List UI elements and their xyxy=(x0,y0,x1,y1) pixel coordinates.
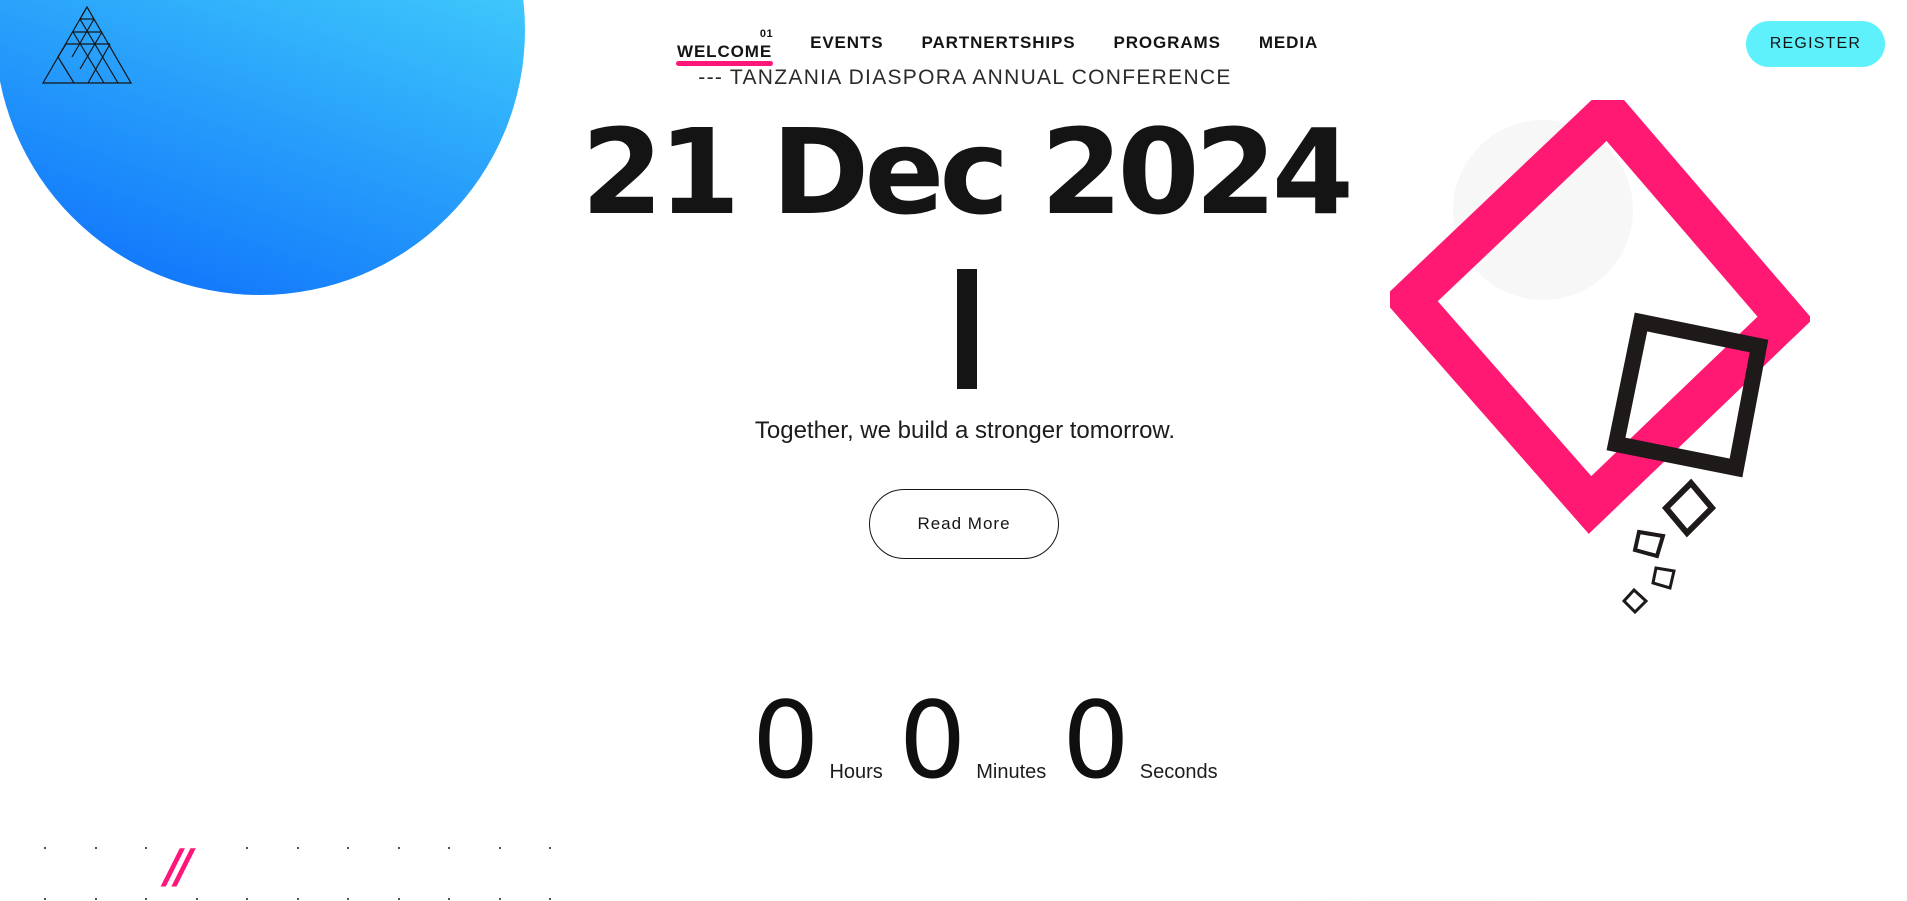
slashes-decoration: // xyxy=(165,839,193,893)
countdown-seconds: 0 Seconds xyxy=(1062,679,1218,802)
countdown: 0 Hours 0 Minutes 0 Seconds xyxy=(752,679,1218,802)
nav-item-label: PROGRAMS xyxy=(1113,33,1221,52)
nav-item-programs[interactable]: PROGRAMS xyxy=(1114,33,1221,53)
countdown-seconds-label: Seconds xyxy=(1139,761,1218,784)
countdown-hours: 0 Hours xyxy=(752,679,883,802)
nav-item-welcome[interactable]: 01 WELCOME xyxy=(675,28,774,66)
geometric-squares-icon xyxy=(1390,100,1810,615)
countdown-hours-label: Hours xyxy=(829,761,883,784)
nav-item-events[interactable]: EVENTS xyxy=(810,33,883,53)
main-nav: 01 WELCOME EVENTS PARTNERTSHIPS PROGRAMS… xyxy=(675,28,1318,66)
nav-item-label: WELCOME xyxy=(675,42,774,66)
nav-item-label: PARTNERTSHIPS xyxy=(921,33,1076,52)
bottom-shadow xyxy=(1210,895,1650,901)
nav-item-media[interactable]: MEDIA xyxy=(1259,33,1318,53)
page: 01 WELCOME EVENTS PARTNERTSHIPS PROGRAMS… xyxy=(0,0,1907,901)
countdown-minutes: 0 Minutes xyxy=(898,679,1047,802)
hero-subtitle: --- TANZANIA DIASPORA ANNUAL CONFERENCE xyxy=(698,66,1232,89)
typing-caret xyxy=(957,269,977,389)
nav-item-label: EVENTS xyxy=(810,33,884,52)
register-button[interactable]: REGISTER xyxy=(1746,21,1885,67)
countdown-minutes-value: 0 xyxy=(898,679,967,802)
countdown-minutes-label: Minutes xyxy=(976,761,1047,784)
countdown-hours-value: 0 xyxy=(752,679,820,802)
nav-item-number: 01 xyxy=(759,28,774,40)
nav-item-partnerships[interactable]: PARTNERTSHIPS xyxy=(922,33,1076,53)
dot-grid-icon xyxy=(44,847,551,900)
nav-item-label: MEDIA xyxy=(1258,33,1319,52)
read-more-button[interactable]: Read More xyxy=(869,489,1059,559)
countdown-seconds-value: 0 xyxy=(1062,679,1130,802)
